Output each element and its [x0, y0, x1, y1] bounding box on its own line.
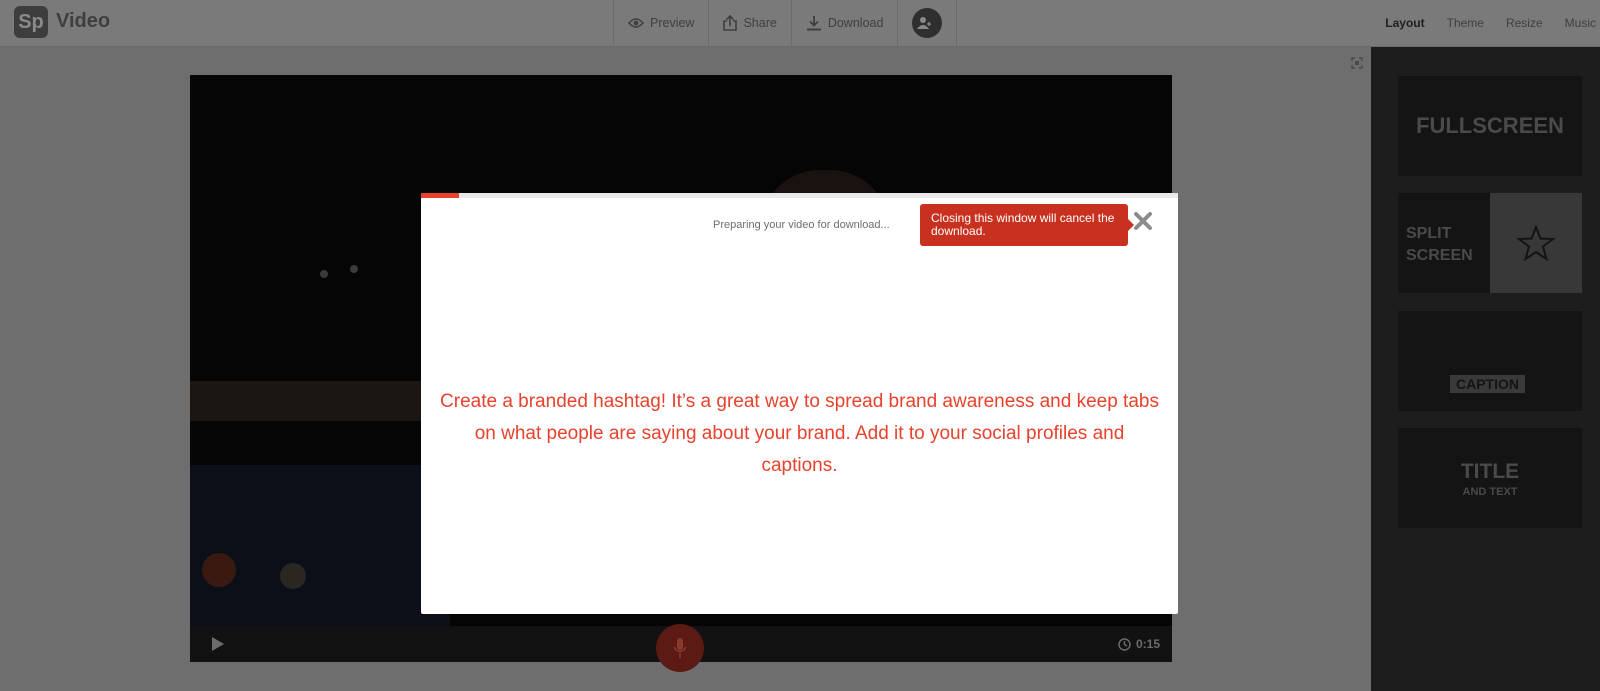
layout-fullscreen-label: FULLSCREEN [1416, 113, 1564, 138]
record-voice-button[interactable] [656, 624, 704, 672]
close-icon [1134, 212, 1152, 230]
layout-split-label: SPLIT SCREEN [1406, 223, 1473, 267]
split-line-1: SPLIT [1406, 225, 1452, 242]
tab-theme[interactable]: Theme [1447, 16, 1484, 30]
share-icon [723, 15, 738, 31]
preview-button[interactable]: Preview [613, 0, 708, 46]
download-modal: Preparing your video for download... Clo… [421, 193, 1178, 614]
layout-title-and-text[interactable]: TITLE AND TEXT [1398, 428, 1582, 528]
tab-resize[interactable]: Resize [1506, 16, 1543, 30]
branding-tip-text: Create a branded hashtag! It’s a great w… [440, 391, 1159, 476]
player-controls: 0:15 [190, 624, 1172, 672]
layout-caption-label: CAPTION [1450, 375, 1525, 393]
video-frame-image [350, 265, 358, 273]
tab-layout[interactable]: Layout [1385, 16, 1424, 30]
star-icon [1517, 225, 1555, 261]
layout-title-label: TITLE [1460, 460, 1520, 483]
video-frame-image [280, 563, 306, 589]
download-icon [806, 16, 821, 31]
clock-icon [1118, 637, 1131, 651]
split-right-pane [1490, 193, 1582, 293]
close-modal-button[interactable] [1133, 211, 1153, 236]
download-progress-fill [421, 193, 459, 198]
download-button[interactable]: Download [790, 0, 898, 46]
play-button[interactable] [210, 636, 226, 657]
share-button[interactable]: Share [708, 0, 790, 46]
eye-icon [628, 18, 644, 28]
top-nav: Preview Share Download [613, 0, 958, 46]
duration-value: 0:15 [1135, 637, 1160, 651]
account-button[interactable] [897, 0, 958, 46]
duration-display: 0:15 [1118, 637, 1160, 651]
cancel-warning-tooltip: Closing this window will cancel the down… [920, 204, 1134, 246]
layout-title-sub-label: AND TEXT [1462, 486, 1518, 498]
download-progress-bar [421, 193, 1178, 198]
top-bar: Sp Video Preview Share Download Layout T… [0, 0, 1600, 47]
layout-fullscreen[interactable]: FULLSCREEN [1398, 76, 1582, 176]
video-frame-image [202, 553, 236, 587]
download-label: Download [827, 16, 884, 30]
play-icon [212, 637, 224, 651]
tab-music[interactable]: Music [1565, 16, 1596, 30]
layout-caption[interactable]: CAPTION [1398, 311, 1582, 411]
layout-split-screen[interactable]: SPLIT SCREEN [1398, 193, 1582, 293]
avatar [912, 8, 943, 38]
split-line-2: SCREEN [1406, 247, 1473, 264]
microphone-icon [673, 638, 687, 658]
app-title: Video [56, 10, 111, 32]
download-status-text: Preparing your video for download... [713, 219, 890, 231]
user-icon [917, 17, 932, 29]
app-logo[interactable]: Sp [14, 6, 48, 38]
video-frame-image [320, 270, 328, 278]
share-label: Share [743, 16, 777, 30]
layout-panel: FULLSCREEN SPLIT SCREEN CAPTION TITLE AN… [1371, 47, 1600, 691]
preview-label: Preview [650, 16, 695, 30]
expand-icon[interactable] [1351, 56, 1363, 74]
video-frame-image [190, 465, 450, 626]
layout-tabs: Layout Theme Resize Music [1385, 0, 1600, 46]
video-frame-image [190, 381, 450, 421]
